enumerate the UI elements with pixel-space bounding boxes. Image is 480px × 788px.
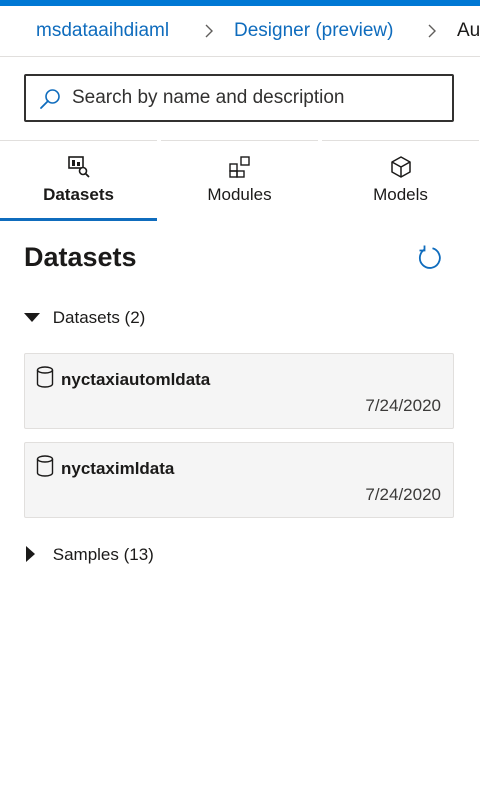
- caret-down-icon: [24, 313, 40, 322]
- page-title: Datasets: [24, 242, 137, 272]
- database-icon: [36, 366, 54, 388]
- dataset-date: 7/24/2020: [365, 485, 441, 504]
- refresh-icon[interactable]: [416, 244, 444, 272]
- cube-icon: [390, 156, 411, 178]
- database-icon: [36, 455, 54, 477]
- tab-models[interactable]: Models: [322, 140, 479, 221]
- search-icon: [40, 89, 60, 109]
- chevron-right-icon: [205, 24, 213, 38]
- dataset-card[interactable]: nyctaxiautomldata 7/24/2020: [24, 353, 454, 429]
- tab-label: Models: [373, 185, 428, 204]
- dataset-date: 7/24/2020: [365, 396, 441, 415]
- dataset-name: nyctaxiautomldata: [61, 370, 211, 389]
- group-label: Samples (13): [52, 545, 154, 564]
- tab-label: Modules: [207, 185, 272, 204]
- caret-right-icon: [26, 546, 35, 562]
- tab-label: Datasets: [43, 185, 114, 204]
- chevron-right-icon: [428, 24, 436, 38]
- asset-tabs: Datasets Modules Models: [0, 140, 480, 221]
- group-header-datasets[interactable]: Datasets (2): [24, 308, 145, 328]
- breadcrumb: msdataaihdiaml Designer (preview) Au: [0, 6, 480, 57]
- dataset-name: nyctaximldata: [61, 459, 175, 478]
- breadcrumb-current-page: Au: [457, 20, 480, 41]
- breadcrumb-workspace-link[interactable]: msdataaihdiaml: [36, 19, 169, 43]
- dataset-search-icon: [67, 156, 90, 178]
- modules-icon: [228, 156, 250, 178]
- breadcrumb-designer-link[interactable]: Designer (preview): [234, 19, 393, 43]
- search-input[interactable]: [72, 84, 442, 112]
- active-tab-indicator: [0, 218, 157, 221]
- dataset-card[interactable]: nyctaximldata 7/24/2020: [24, 442, 454, 518]
- search-box[interactable]: [24, 74, 454, 122]
- group-header-samples[interactable]: Samples (13): [24, 545, 154, 565]
- tab-datasets[interactable]: Datasets: [0, 140, 157, 221]
- group-label: Datasets (2): [52, 308, 146, 327]
- tab-modules[interactable]: Modules: [161, 140, 318, 221]
